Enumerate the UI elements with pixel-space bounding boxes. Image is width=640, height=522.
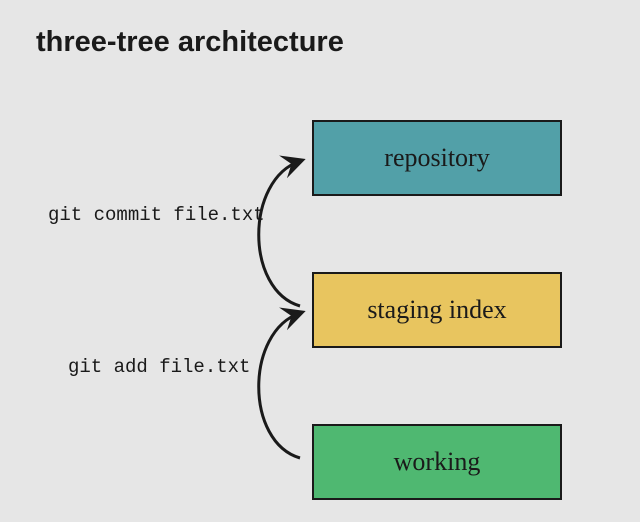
arrow-working-to-staging	[259, 313, 300, 458]
diagram-title: three-tree architecture	[36, 26, 344, 59]
arrow-staging-to-repository	[259, 161, 300, 306]
add-command: git add file.txt	[68, 356, 250, 378]
working-box: working	[312, 424, 562, 500]
staging-label: staging index	[367, 295, 506, 325]
working-label: working	[394, 447, 481, 477]
repository-label: repository	[384, 143, 489, 173]
staging-box: staging index	[312, 272, 562, 348]
repository-box: repository	[312, 120, 562, 196]
commit-command: git commit file.txt	[48, 204, 265, 226]
